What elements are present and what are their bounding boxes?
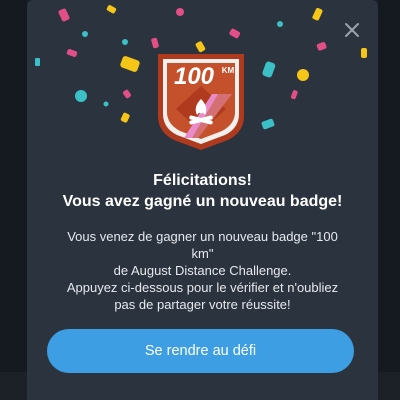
message-line-2: km" (191, 246, 214, 261)
go-to-challenge-button[interactable]: Se rendre au défi (47, 329, 354, 373)
message-line-3: de August Distance Challenge. (113, 263, 292, 278)
badge-value-text: 100 (174, 63, 215, 90)
congrats-headline: Félicitations! Vous avez gagné un nouvea… (37, 170, 368, 212)
badge-unit-text: KM (222, 66, 235, 75)
backdrop-left (0, 0, 27, 400)
badge-100km: 100 KM (158, 54, 244, 150)
close-button[interactable] (342, 20, 362, 40)
headline-line-2: Vous avez gagné un nouveau badge! (62, 193, 343, 210)
headline-line-1: Félicitations! (153, 172, 252, 189)
message-line-4: Appuyez ci-dessous pour le vérifier et n… (66, 280, 339, 295)
badge-message: Vous venez de gagner un nouveau badge "1… (47, 228, 358, 313)
go-to-challenge-label: Se rendre au défi (144, 343, 257, 359)
achievement-modal: 100 KM Félicitations! Vous avez gagné un… (27, 0, 378, 400)
close-icon (345, 23, 359, 37)
message-line-5: pas de partager votre réussite! (114, 297, 291, 312)
message-line-1: Vous venez de gagner un nouveau badge "1… (67, 229, 338, 244)
backdrop-right (378, 0, 400, 400)
